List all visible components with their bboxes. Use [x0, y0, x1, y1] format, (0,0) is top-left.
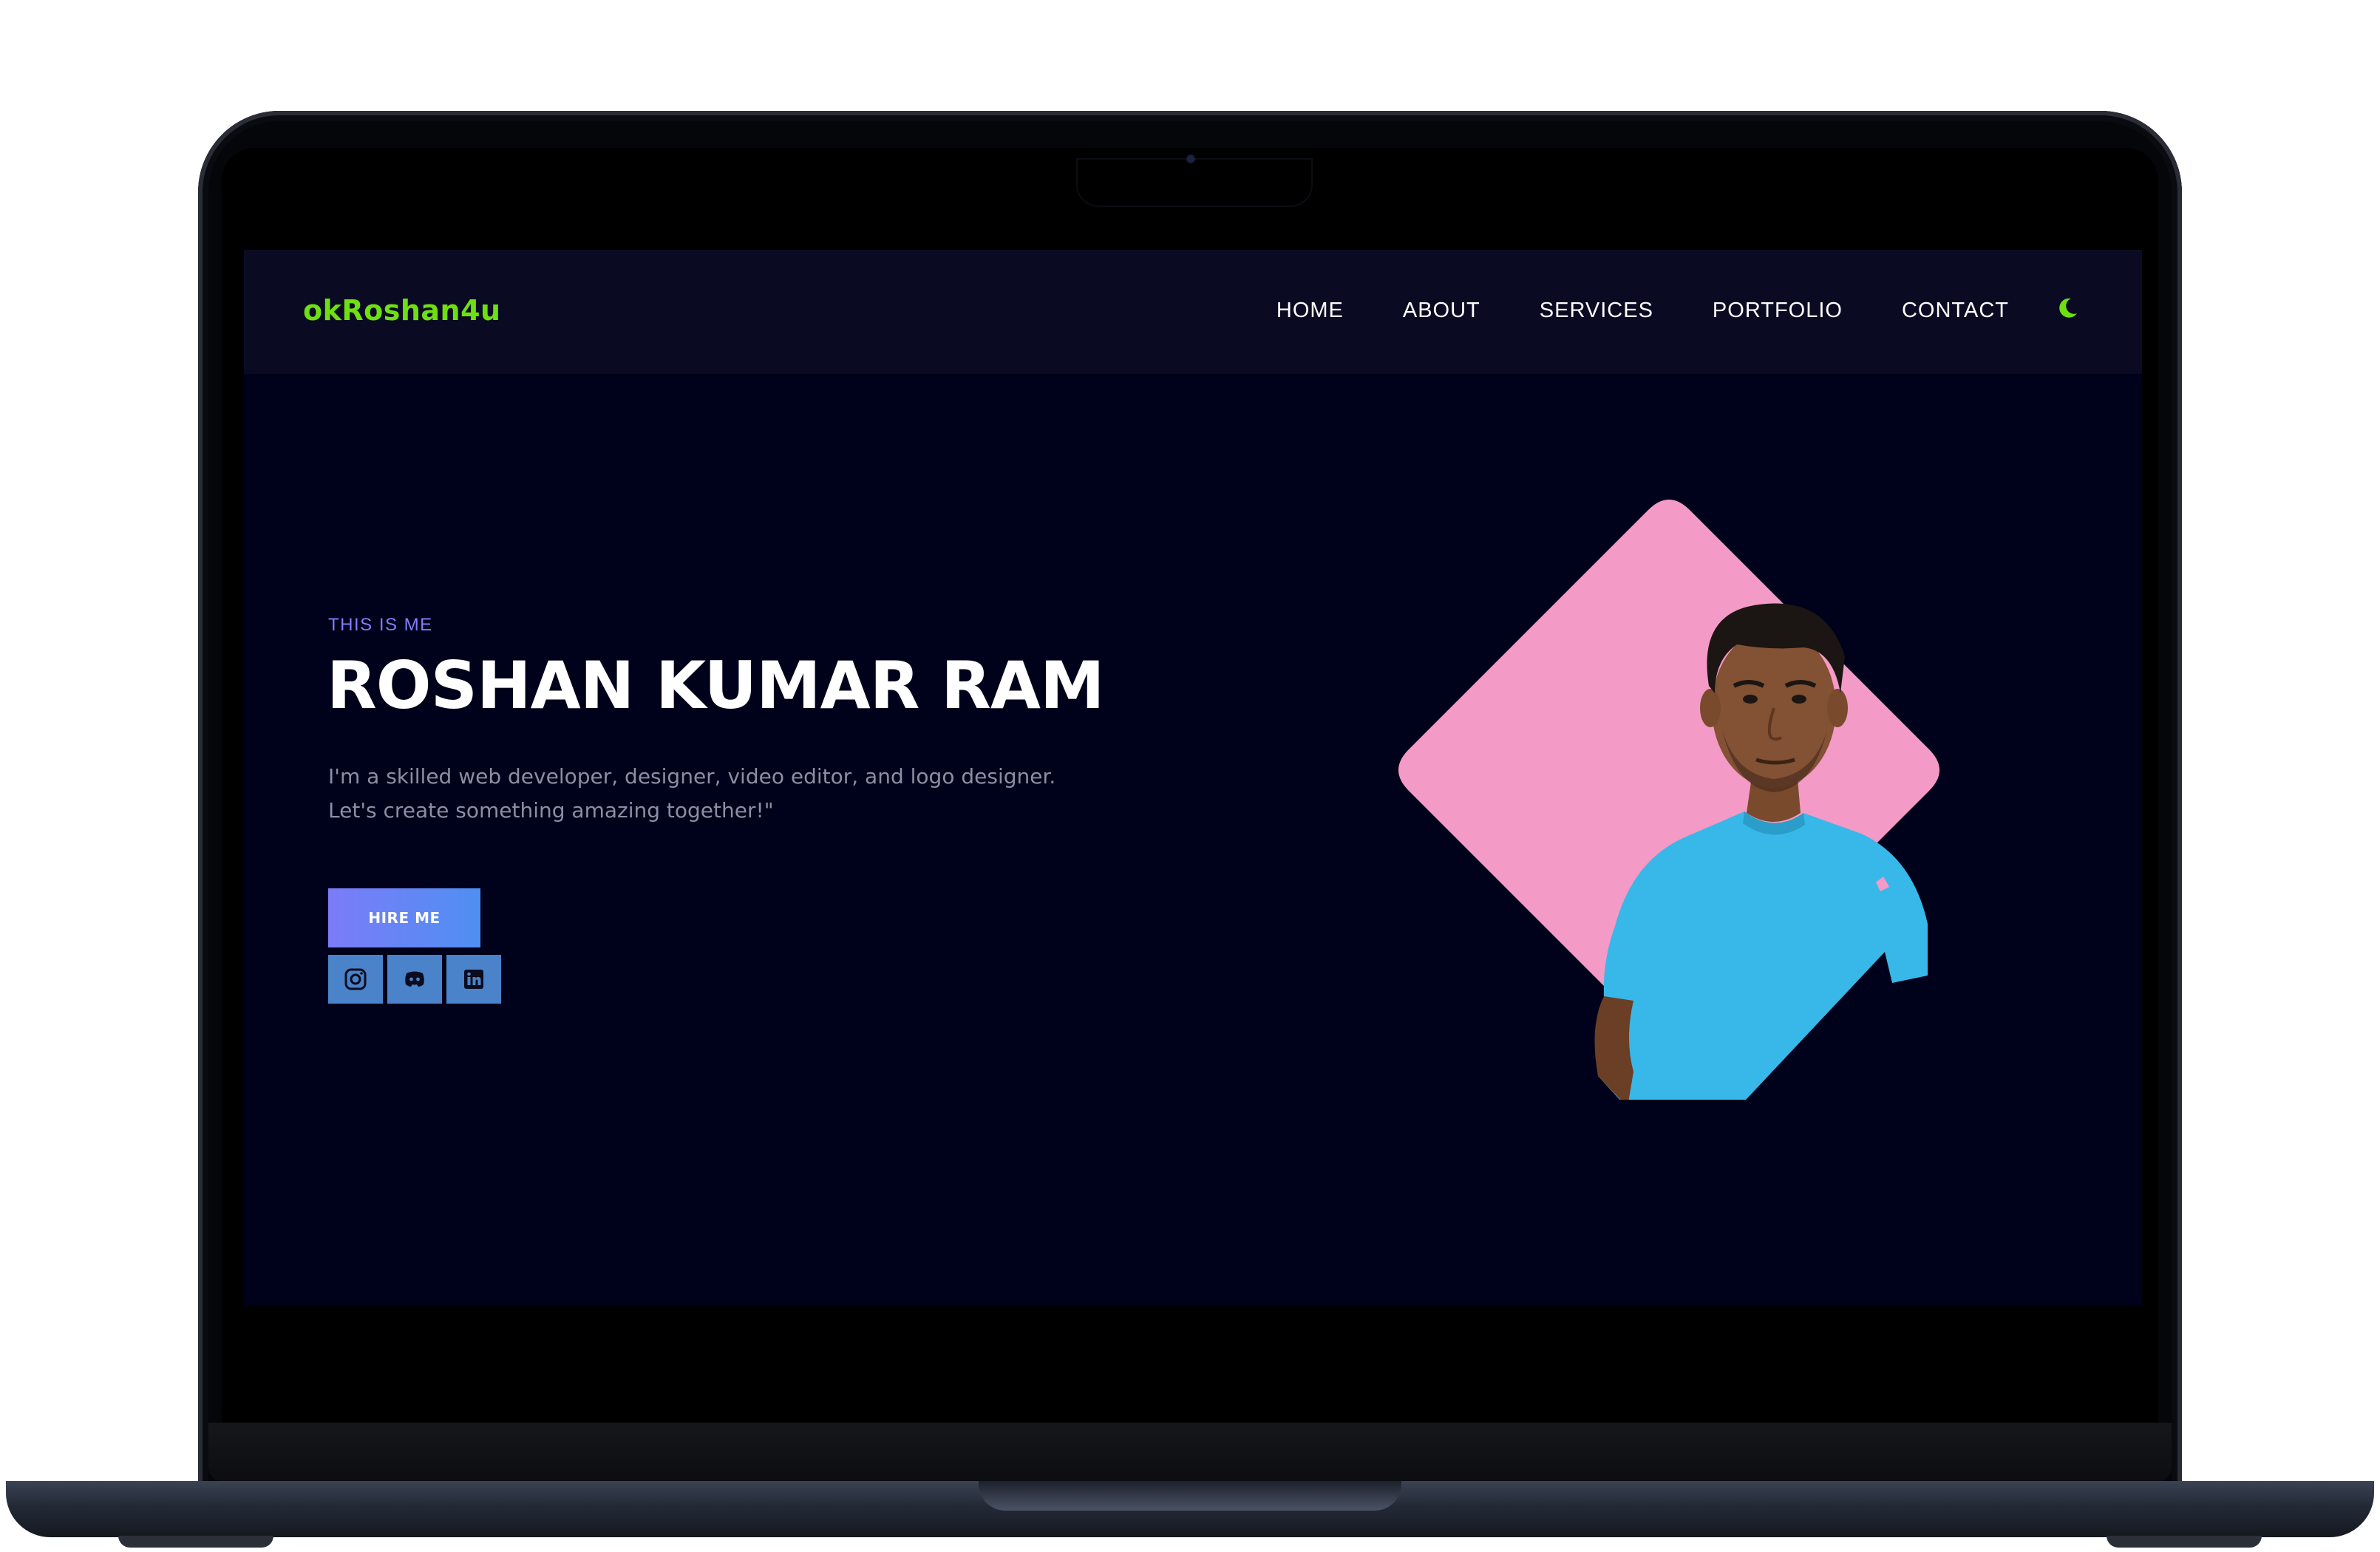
nav-link-about[interactable]: ABOUT [1403, 299, 1480, 323]
laptop-chin [208, 1423, 2172, 1482]
laptop-foot [2107, 1536, 2262, 1548]
discord-button[interactable] [387, 955, 442, 1004]
hero-name: ROSHAN KUMAR RAM [327, 647, 1105, 724]
laptop-opening-notch [979, 1481, 1401, 1511]
social-links [328, 955, 501, 1004]
arm [1594, 996, 1633, 1100]
website-screen: okRoshan4u HOME ABOUT SERVICES PORTFOLIO… [244, 250, 2142, 1305]
nav-link-portfolio[interactable]: PORTFOLIO [1713, 299, 1843, 323]
discord-icon [405, 971, 424, 987]
profile-portrait [1398, 500, 1939, 1100]
camera-notch [1078, 160, 1311, 205]
instagram-button[interactable] [328, 955, 383, 1004]
nav-link-services[interactable]: SERVICES [1540, 299, 1653, 323]
nav-menu: HOME ABOUT SERVICES PORTFOLIO CONTACT [1276, 299, 2009, 323]
nav-link-contact[interactable]: CONTACT [1902, 299, 2009, 323]
hero-bio: I'm a skilled web developer, designer, v… [328, 760, 1141, 828]
linkedin-button[interactable] [446, 955, 501, 1004]
hero-bio-line: Let's create something amazing together!… [328, 798, 774, 823]
laptop-foot [118, 1536, 273, 1548]
hire-me-button[interactable]: HIRE ME [328, 888, 480, 947]
camera-icon [1187, 155, 1194, 163]
instagram-icon [344, 968, 367, 990]
linkedin-icon [464, 970, 483, 989]
hero-eyebrow: THIS IS ME [328, 615, 433, 635]
moon-icon[interactable] [2055, 296, 2080, 321]
hero-bio-line: I'm a skilled web developer, designer, v… [328, 764, 1056, 789]
nav-link-home[interactable]: HOME [1276, 299, 1344, 323]
site-logo[interactable]: okRoshan4u [303, 294, 501, 327]
navbar: okRoshan4u HOME ABOUT SERVICES PORTFOLIO… [244, 250, 2142, 374]
